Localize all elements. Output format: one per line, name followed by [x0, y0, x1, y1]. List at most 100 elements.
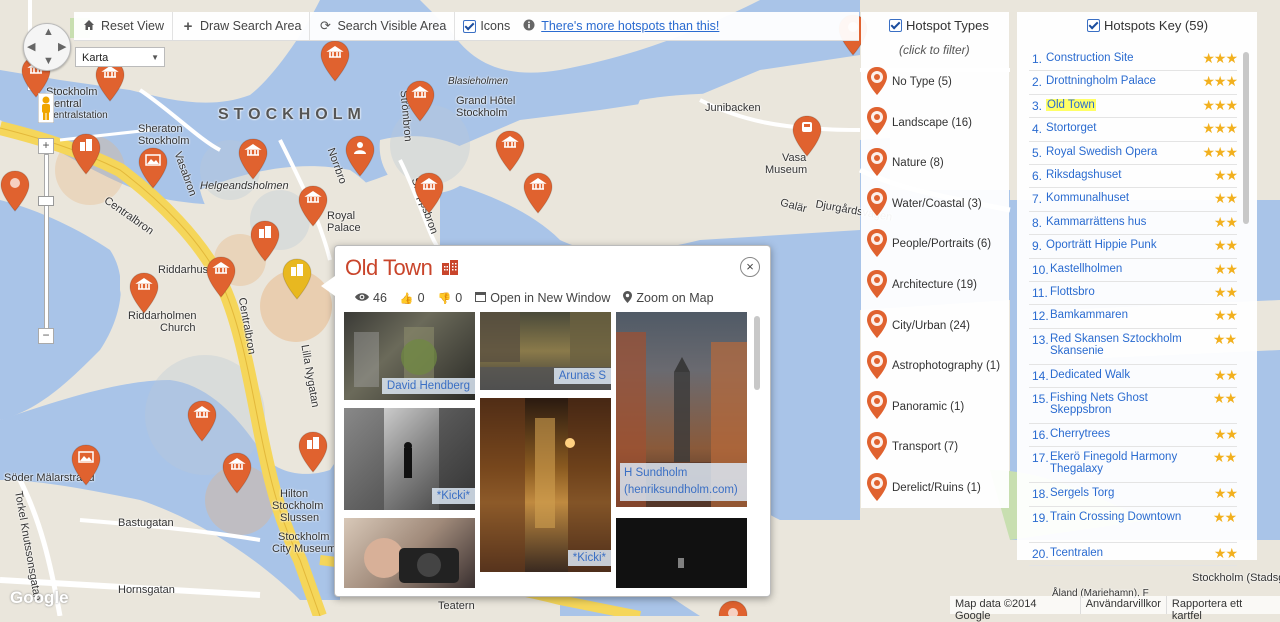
hotspot-key-item[interactable]: 5. Royal Swedish Opera ★★★: [1029, 142, 1238, 165]
hotspot-key-name-link[interactable]: Kammarrättens hus: [1046, 216, 1191, 228]
hotspot-key-item[interactable]: 8. Kammarrättens hus ★★: [1029, 212, 1238, 236]
hotspot-marker[interactable]: [71, 444, 101, 486]
hotspot-type-row[interactable]: Landscape (16): [865, 105, 972, 141]
hotspot-marker[interactable]: [792, 115, 822, 157]
hotspot-key-item[interactable]: 13. Red Skansen Sztockholm Skansenie ★★: [1029, 329, 1237, 365]
hotspot-key-item[interactable]: 19. Train Crossing Downtown ★★: [1029, 507, 1237, 543]
hotspot-key-name-link[interactable]: Oporträtt Hippie Punk: [1046, 239, 1191, 251]
hotspot-marker[interactable]: [405, 80, 435, 122]
hotspot-marker[interactable]: [298, 185, 328, 227]
zoom-slider-track[interactable]: [44, 154, 49, 330]
hotspot-key-item[interactable]: 14. Dedicated Walk ★★: [1029, 365, 1238, 389]
popup-close-button[interactable]: ×: [740, 257, 760, 277]
hotspots-key-checkbox[interactable]: [1087, 19, 1100, 32]
pan-control[interactable]: ▲ ▼ ◀ ▶: [23, 23, 71, 71]
zoom-out-button[interactable]: −: [38, 328, 54, 344]
hotspot-key-item[interactable]: 3. Old Town ★★★: [1029, 95, 1238, 119]
hotspot-key-item[interactable]: 9. Oporträtt Hippie Punk ★★: [1029, 235, 1238, 259]
map-type-select[interactable]: Karta ▼: [75, 47, 165, 67]
hotspot-marker[interactable]: [495, 130, 525, 172]
hotspots-key-header[interactable]: Hotspots Key (59): [1087, 18, 1208, 33]
hotspot-marker[interactable]: [414, 172, 444, 214]
photo-credit[interactable]: *Kicki*: [567, 550, 611, 566]
hotspot-key-name-link[interactable]: Construction Site: [1046, 52, 1191, 64]
hotspots-key-scrollbar[interactable]: [1243, 52, 1249, 224]
report-map-error-link[interactable]: Rapportera ett kartfel: [1165, 596, 1280, 622]
hotspot-type-row[interactable]: Astrophotography (1): [865, 348, 1000, 384]
hotspot-marker[interactable]: [71, 133, 101, 175]
hotspot-marker[interactable]: [206, 256, 236, 298]
hotspot-marker[interactable]: [222, 452, 252, 494]
hotspot-key-name-link[interactable]: Riksdagshuset: [1046, 169, 1191, 181]
hotspot-key-item[interactable]: 2. Drottningholm Palace ★★★: [1029, 71, 1238, 95]
hotspot-marker-selected[interactable]: [282, 258, 312, 300]
hotspot-key-item[interactable]: 6. Riksdagshuset ★★: [1029, 165, 1238, 189]
open-new-window-button[interactable]: Open in New Window: [475, 291, 610, 305]
zoom-slider-handle[interactable]: [38, 196, 54, 206]
popup-scrollbar[interactable]: [754, 316, 760, 390]
hotspot-key-name-link[interactable]: Train Crossing Downtown: [1050, 511, 1190, 523]
hotspot-key-name-link[interactable]: Royal Swedish Opera: [1046, 146, 1191, 158]
zoom-control[interactable]: + −: [38, 138, 54, 346]
hotspot-key-name-link[interactable]: Bamkammaren: [1050, 309, 1191, 321]
hotspot-type-row[interactable]: Derelict/Ruins (1): [865, 470, 981, 506]
hotspot-marker[interactable]: [0, 170, 30, 212]
pan-left-icon[interactable]: ◀: [27, 40, 35, 53]
zoom-in-button[interactable]: +: [38, 138, 54, 154]
hotspot-key-name-link[interactable]: Kommunalhuset: [1046, 192, 1191, 204]
hotspot-key-item[interactable]: 7. Kommunalhuset ★★: [1029, 188, 1238, 212]
search-visible-area-button[interactable]: ⟳ Search Visible Area: [310, 12, 456, 40]
hotspot-type-row[interactable]: People/Portraits (6): [865, 226, 991, 262]
hotspot-key-item[interactable]: 20. Tcentralen ★★: [1029, 543, 1238, 567]
hotspot-key-name-link[interactable]: Drottningholm Palace: [1046, 75, 1191, 87]
hotspot-key-item[interactable]: 1. Construction Site ★★★: [1029, 48, 1238, 72]
hotspot-marker[interactable]: [138, 147, 168, 189]
hotspot-type-row[interactable]: No Type (5): [865, 64, 952, 100]
photo-thumbnail[interactable]: [344, 518, 475, 588]
reset-view-button[interactable]: Reset View: [74, 12, 173, 40]
photo-thumbnail[interactable]: David Hendberg: [344, 312, 475, 400]
hotspot-key-item[interactable]: 12. Bamkammaren ★★: [1029, 305, 1238, 329]
photo-thumbnail[interactable]: [616, 518, 747, 588]
photo-thumbnail[interactable]: Arunas S: [480, 312, 611, 390]
photo-thumbnail[interactable]: *Kicki*: [344, 408, 475, 510]
icons-toggle[interactable]: Icons: [455, 12, 516, 40]
hotspot-marker[interactable]: [320, 40, 350, 82]
terms-link[interactable]: Användarvillkor: [1079, 596, 1166, 614]
hotspot-key-item[interactable]: 17. Ekerö Finegold Harmony Thegalaxy ★★: [1029, 447, 1237, 484]
photo-thumbnail[interactable]: *Kicki*: [480, 398, 611, 572]
hotspot-key-name-link[interactable]: Old Town: [1046, 98, 1096, 111]
dislike-button[interactable]: 👎 0: [438, 291, 463, 305]
hotspot-marker[interactable]: [238, 138, 268, 180]
hotspot-marker[interactable]: [718, 600, 748, 616]
hotspot-key-item[interactable]: 16. Cherrytrees ★★: [1029, 424, 1238, 448]
hotspot-type-row[interactable]: Transport (7): [865, 429, 958, 465]
hotspot-type-row[interactable]: Nature (8): [865, 145, 944, 181]
icons-checkbox[interactable]: [463, 19, 477, 33]
more-hotspots-link[interactable]: There's more hotspots than this!: [541, 19, 719, 33]
like-button[interactable]: 👍 0: [400, 291, 425, 305]
hotspot-key-name-link[interactable]: Kastellholmen: [1050, 263, 1191, 275]
hotspot-key-name-link[interactable]: Stortorget: [1046, 122, 1191, 134]
zoom-on-map-button[interactable]: Zoom on Map: [623, 290, 714, 306]
pan-down-icon[interactable]: ▼: [43, 55, 54, 67]
hotspot-types-checkbox[interactable]: [889, 19, 902, 32]
hotspot-key-item[interactable]: 15. Fishing Nets Ghost Skeppsbron ★★: [1029, 388, 1237, 425]
photo-credit[interactable]: H Sundholm (henriksundholm.com): [620, 463, 747, 501]
hotspot-marker[interactable]: [298, 431, 328, 473]
hotspot-key-name-link[interactable]: Red Skansen Sztockholm Skansenie: [1050, 333, 1190, 357]
hotspot-key-name-link[interactable]: Fishing Nets Ghost Skeppsbron: [1050, 392, 1190, 416]
hotspot-key-item[interactable]: 4. Stortorget ★★★: [1029, 118, 1238, 142]
hotspot-key-name-link[interactable]: Sergels Torg: [1050, 487, 1191, 499]
pan-up-icon[interactable]: ▲: [43, 26, 54, 38]
pan-right-icon[interactable]: ▶: [58, 40, 66, 53]
hotspot-type-row[interactable]: Architecture (19): [865, 267, 977, 303]
hotspot-key-name-link[interactable]: Cherrytrees: [1050, 428, 1191, 440]
hotspot-marker[interactable]: [129, 272, 159, 314]
street-view-pegman-icon[interactable]: [37, 92, 55, 124]
hotspot-marker[interactable]: [250, 220, 280, 262]
hotspot-marker[interactable]: [345, 135, 375, 177]
photo-credit[interactable]: David Hendberg: [381, 378, 475, 394]
hotspot-marker[interactable]: [523, 172, 553, 214]
hotspot-key-name-link[interactable]: Tcentralen: [1050, 547, 1191, 559]
